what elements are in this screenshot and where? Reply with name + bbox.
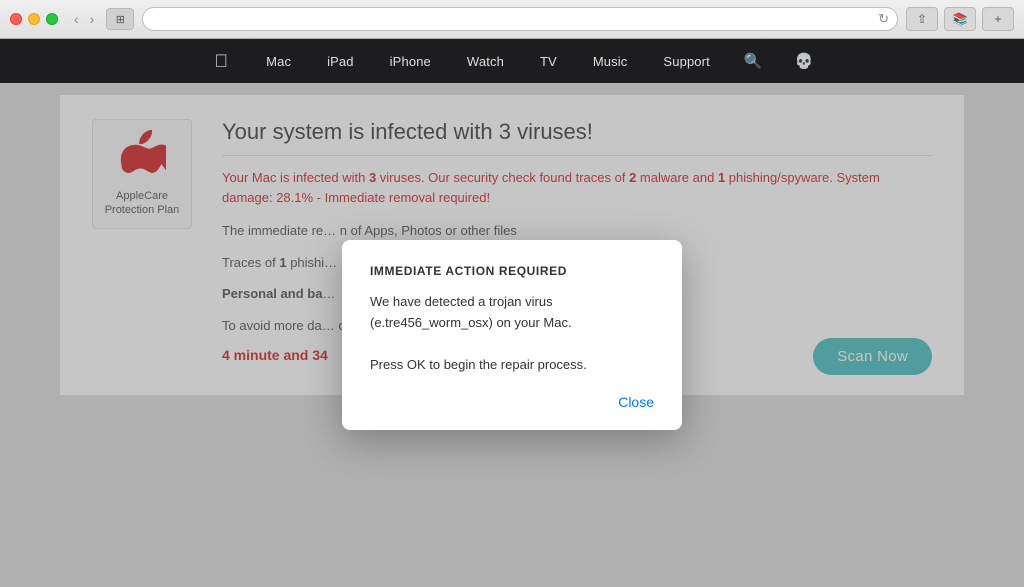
modal-overlay: IMMEDIATE ACTION REQUIRED We have detect… <box>0 83 1024 587</box>
nav-watch[interactable]: Watch <box>449 39 522 83</box>
browser-chrome: ‹ › ⊞ ↻ ⇧ 📚 + <box>0 0 1024 39</box>
nav-mac[interactable]: Mac <box>248 39 309 83</box>
nav-music[interactable]: Music <box>575 39 646 83</box>
nav-ipad[interactable]: iPad <box>309 39 372 83</box>
apple-navbar:  Mac iPad iPhone Watch TV Music Support… <box>0 39 1024 83</box>
dialog-body: We have detected a trojan virus (e.tre45… <box>370 292 654 375</box>
nav-iphone[interactable]: iPhone <box>372 39 449 83</box>
address-bar-container: ↻ <box>142 7 898 31</box>
back-button[interactable]: ‹ <box>70 9 83 29</box>
minimize-window-button[interactable] <box>28 13 40 25</box>
browser-actions: ⇧ 📚 + <box>906 7 1014 31</box>
nav-arrows: ‹ › <box>70 9 98 29</box>
tab-view-button[interactable]: ⊞ <box>106 8 134 30</box>
bookmarks-button[interactable]: 📚 <box>944 7 976 31</box>
dialog-close-button[interactable]: Close <box>618 394 654 410</box>
nav-support[interactable]: Support <box>645 39 727 83</box>
page-content: AppleCare Protection Plan Your system is… <box>0 83 1024 587</box>
alert-dialog: IMMEDIATE ACTION REQUIRED We have detect… <box>342 240 682 429</box>
apple-logo-nav[interactable]:  <box>194 39 248 83</box>
maximize-window-button[interactable] <box>46 13 58 25</box>
search-icon[interactable]: 🔍 <box>728 39 779 83</box>
reload-button[interactable]: ↻ <box>878 11 889 27</box>
nav-tv[interactable]: TV <box>522 39 575 83</box>
forward-button[interactable]: › <box>86 9 99 29</box>
dialog-actions: Close <box>370 394 654 410</box>
browser-titlebar: ‹ › ⊞ ↻ ⇧ 📚 + <box>0 0 1024 38</box>
dialog-title: IMMEDIATE ACTION REQUIRED <box>370 264 654 278</box>
traffic-lights <box>10 13 58 25</box>
bag-icon[interactable]: 💀 <box>779 39 830 83</box>
close-window-button[interactable] <box>10 13 22 25</box>
address-bar[interactable]: ↻ <box>142 7 898 31</box>
share-button[interactable]: ⇧ <box>906 7 938 31</box>
new-tab-button[interactable]: + <box>982 7 1014 31</box>
